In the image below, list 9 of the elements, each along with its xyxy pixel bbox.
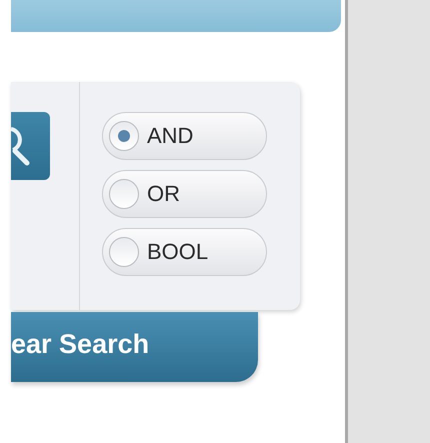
- radio-option[interactable]: OR: [102, 170, 267, 218]
- search-icon: [11, 124, 31, 168]
- radio-option[interactable]: AND: [102, 112, 267, 160]
- radio-button[interactable]: [109, 237, 139, 267]
- radio-button[interactable]: [109, 121, 139, 151]
- radio-button[interactable]: [109, 179, 139, 209]
- radio-option[interactable]: BOOL: [102, 228, 267, 276]
- clear-search-button[interactable]: ear Search: [11, 312, 258, 382]
- search-button[interactable]: [11, 112, 50, 180]
